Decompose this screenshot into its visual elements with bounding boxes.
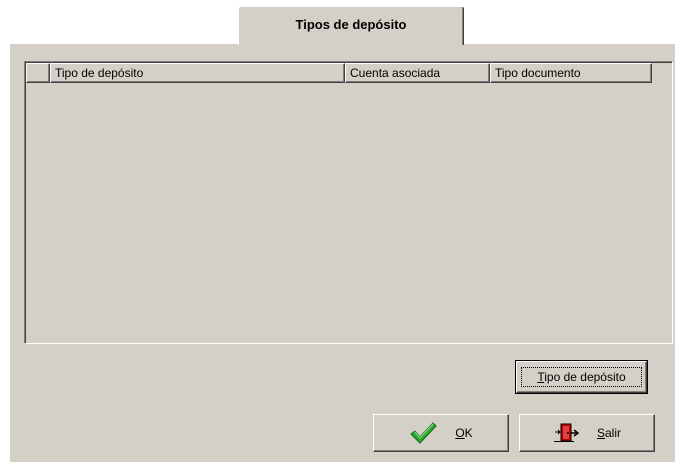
salir-button[interactable]: Salir: [519, 414, 655, 452]
tab-label: Tipos de depósito: [295, 17, 407, 32]
tab-tipos-de-deposito[interactable]: Tipos de depósito: [238, 6, 464, 45]
grid-header: Tipo de depósito Cuenta asociada Tipo do…: [26, 63, 652, 83]
column-header-cuenta-asociada[interactable]: Cuenta asociada: [345, 63, 490, 83]
focus-rect: Tipo de depósito: [521, 367, 642, 387]
ok-button[interactable]: OK: [373, 414, 509, 452]
ok-label: OK: [455, 426, 473, 440]
salir-label: Salir: [596, 426, 622, 440]
row-indicator-header: [26, 63, 50, 83]
tab-panel: Tipo de depósito Cuenta asociada Tipo do…: [9, 43, 675, 462]
tipo-deposito-label: Tipo de depósito: [537, 370, 626, 384]
column-header-tipo-documento[interactable]: Tipo documento: [490, 63, 652, 83]
deposit-types-grid[interactable]: Tipo de depósito Cuenta asociada Tipo do…: [24, 61, 673, 344]
exit-door-icon: [553, 422, 579, 444]
grid-body[interactable]: [26, 83, 671, 342]
column-header-tipo-deposito[interactable]: Tipo de depósito: [50, 63, 345, 83]
tipo-deposito-button[interactable]: Tipo de depósito: [515, 360, 648, 394]
checkmark-icon: [409, 421, 438, 445]
